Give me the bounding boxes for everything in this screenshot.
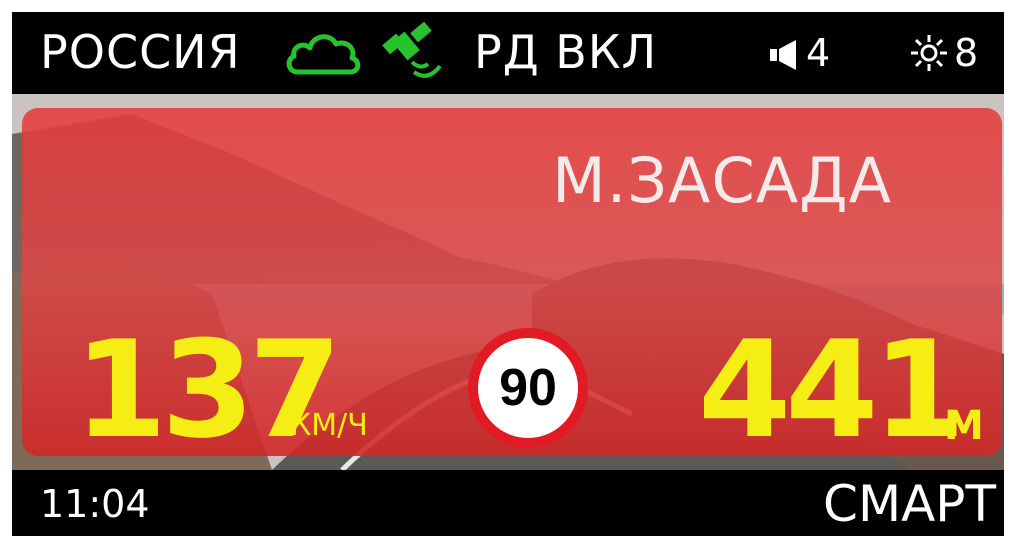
road-background: М.ЗАСАДА 137 КМ/Ч 90 441 М xyxy=(12,94,1004,470)
brightness-level: 8 xyxy=(954,31,979,75)
region-label: РОССИЯ xyxy=(40,25,241,79)
sun-icon xyxy=(910,34,948,72)
rd-status: РД ВКЛ xyxy=(474,25,658,79)
satellite-icon xyxy=(378,21,450,86)
speed-unit: КМ/Ч xyxy=(290,408,368,443)
status-bar: РОССИЯ РД ВКЛ 4 8 xyxy=(12,12,1004,94)
distance-value: 441 xyxy=(698,312,966,468)
speaker-icon xyxy=(770,40,800,70)
speed-limit-sign: 90 xyxy=(468,328,588,448)
alert-panel: М.ЗАСАДА 137 КМ/Ч 90 441 М xyxy=(22,108,1002,460)
distance-unit: М xyxy=(944,403,984,449)
alert-type: М.ЗАСАДА xyxy=(552,144,892,217)
footer-bar: 11:04 СМАРТ xyxy=(12,470,1004,536)
volume-level: 4 xyxy=(806,31,831,75)
speed-limit-value: 90 xyxy=(499,359,557,417)
radar-detector-screen: РОССИЯ РД ВКЛ 4 8 М.ЗАСАДА 137 КМ/Ч 90 4… xyxy=(12,12,1004,536)
cloud-icon xyxy=(284,26,364,80)
clock: 11:04 xyxy=(40,482,150,526)
mode-label: СМАРТ xyxy=(823,475,996,533)
